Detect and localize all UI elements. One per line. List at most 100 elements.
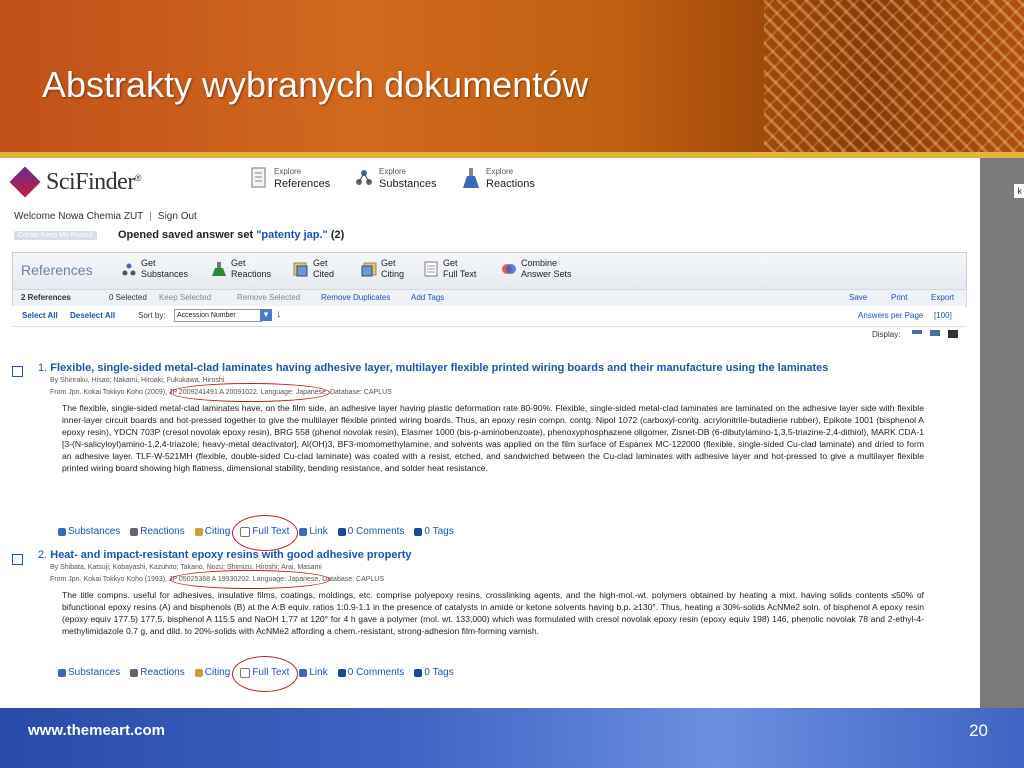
full-text-icon [424, 261, 438, 277]
nav-small-label: Explore [379, 167, 407, 176]
tool-line-2: Citing [381, 269, 405, 279]
highlight-oval-date-1 [170, 383, 330, 402]
get-full-text-button[interactable]: Get Full Text [423, 258, 476, 280]
tool-line-2: Reactions [231, 269, 272, 279]
substances-link[interactable]: Substances [58, 526, 120, 537]
highlight-oval-date-2 [170, 570, 330, 589]
keep-me-posted-button[interactable]: Create Keep Me Posted [14, 231, 97, 240]
nav-explore-references[interactable]: Explore References [250, 166, 330, 190]
result-1-authors: By Shinraku, Hisao; Nakami, Hiroaki; Fuk… [50, 377, 225, 384]
export-button[interactable]: Export [931, 293, 954, 302]
link-link[interactable]: Link [299, 667, 328, 678]
tool-line-1: Get [381, 258, 396, 268]
flask-icon [463, 168, 479, 188]
slide-footer: www.themeart.com 20 [0, 708, 1024, 768]
tags-link[interactable]: 0 Tags [414, 667, 454, 678]
welcome-text: Welcome Nowa Chemia ZUT [14, 211, 144, 222]
cited-icon [293, 262, 308, 277]
nav-small-label: Explore [274, 167, 302, 176]
reactions-link[interactable]: Reactions [130, 526, 185, 537]
print-button[interactable]: Print [891, 293, 907, 302]
result-number: 1. [38, 362, 48, 374]
tool-line-1: Get [231, 258, 246, 268]
remove-duplicates-button[interactable]: Remove Duplicates [321, 293, 390, 302]
result-2-abstract: The title compns. useful for adhesives, … [62, 590, 924, 636]
add-tags-button[interactable]: Add Tags [411, 293, 444, 302]
combine-answer-sets-button[interactable]: Combine Answer Sets [501, 258, 572, 280]
sign-out-link[interactable]: Sign Out [158, 211, 197, 222]
tool-line-2: Answer Sets [521, 269, 572, 279]
logo-text: SciFinder [46, 168, 135, 195]
combine-icon [502, 264, 516, 274]
citing-link[interactable]: Citing [194, 667, 230, 678]
get-cited-button[interactable]: Get Cited [293, 258, 334, 280]
nav-explore-reactions[interactable]: Explore Reactions [462, 166, 535, 190]
result-1-abstract: The flexible, single-sided metal-clad la… [62, 403, 924, 473]
result-number: 2. [38, 549, 48, 561]
tool-line-1: Get [141, 258, 156, 268]
tool-line-2: Cited [313, 269, 335, 279]
answer-set-name: "patenty jap." [256, 229, 328, 241]
result-1-checkbox[interactable] [12, 366, 23, 377]
answers-per-page-label[interactable]: Answers per Page [858, 311, 923, 320]
answer-set-count: (2) [330, 229, 345, 241]
get-substances-button[interactable]: Get Substances [121, 258, 188, 280]
citing-link[interactable]: Citing [194, 526, 230, 537]
tag-icon [414, 668, 423, 677]
result-2-checkbox[interactable] [12, 554, 23, 565]
result-title-text[interactable]: Heat- and impact-resistant epoxy resins … [50, 549, 411, 561]
selected-count: 0 Selected [109, 293, 147, 302]
answers-per-page-value[interactable]: [100] [934, 311, 952, 320]
tool-line-1: Get [443, 258, 458, 268]
comments-link[interactable]: 0 Comments [337, 526, 404, 537]
chain-link-icon [299, 668, 308, 677]
header-texture [764, 0, 1024, 158]
side-margin: k [980, 158, 1024, 708]
get-reactions-button[interactable]: Get Reactions [211, 258, 271, 280]
deselect-all-link[interactable]: Deselect All [70, 311, 115, 320]
logo-mark: ® [134, 173, 142, 183]
display-full-icon[interactable] [948, 330, 958, 338]
keep-selected-button[interactable]: Keep Selected [159, 293, 211, 302]
display-compact-icon[interactable] [912, 330, 922, 334]
reactions-link[interactable]: Reactions [130, 667, 185, 678]
tags-link[interactable]: 0 Tags [414, 526, 454, 537]
substances-icon [58, 527, 66, 536]
slide-title: Abstrakty wybranych dokumentów [42, 64, 589, 105]
sort-dropdown-icon[interactable]: ▼ [260, 309, 272, 321]
result-title-text[interactable]: Flexible, single-sided metal-clad lamina… [50, 362, 828, 374]
substances-icon [58, 668, 66, 677]
nav-explore-substances[interactable]: Explore Substances [355, 166, 436, 190]
opened-prefix: Opened saved answer set [118, 229, 254, 241]
sort-select[interactable]: Accession Number [174, 309, 262, 322]
substances-link[interactable]: Substances [58, 667, 120, 678]
save-button[interactable]: Save [849, 293, 867, 302]
comments-link[interactable]: 0 Comments [337, 667, 404, 678]
nav-small-label: Explore [486, 167, 514, 176]
highlight-oval-fulltext-2 [232, 656, 298, 692]
citing-icon [194, 527, 203, 536]
footer-url: www.themeart.com [28, 722, 165, 739]
tool-line-2: Full Text [443, 269, 477, 279]
sort-by-label: Sort by: [138, 311, 166, 320]
scifinder-logo[interactable]: SciFinder ® [9, 166, 142, 198]
get-citing-button[interactable]: Get Citing [361, 258, 404, 280]
display-label: Display: [872, 330, 901, 339]
comment-icon [337, 668, 346, 677]
link-link[interactable]: Link [299, 526, 328, 537]
remove-selected-button[interactable]: Remove Selected [237, 293, 300, 302]
sort-direction-icon[interactable]: ↓ [276, 308, 282, 320]
select-all-link[interactable]: Select All [22, 311, 58, 320]
citing-icon [194, 668, 203, 677]
nav-big-label: Reactions [486, 178, 535, 190]
scifinder-diamond-icon [9, 166, 41, 198]
molecule-icon [122, 263, 136, 276]
result-2-title[interactable]: 2. Heat- and impact-resistant epoxy resi… [38, 549, 412, 561]
result-1-title[interactable]: 1. Flexible, single-sided metal-clad lam… [38, 362, 828, 374]
document-icon [251, 167, 266, 188]
display-partial-icon[interactable] [930, 330, 940, 336]
opened-answer-set: Opened saved answer set "patenty jap." (… [118, 229, 344, 241]
selection-bar: Select All Deselect All Sort by: Accessi… [12, 306, 965, 327]
tool-line-1: Combine [521, 258, 558, 268]
page-number: 20 [969, 721, 988, 740]
